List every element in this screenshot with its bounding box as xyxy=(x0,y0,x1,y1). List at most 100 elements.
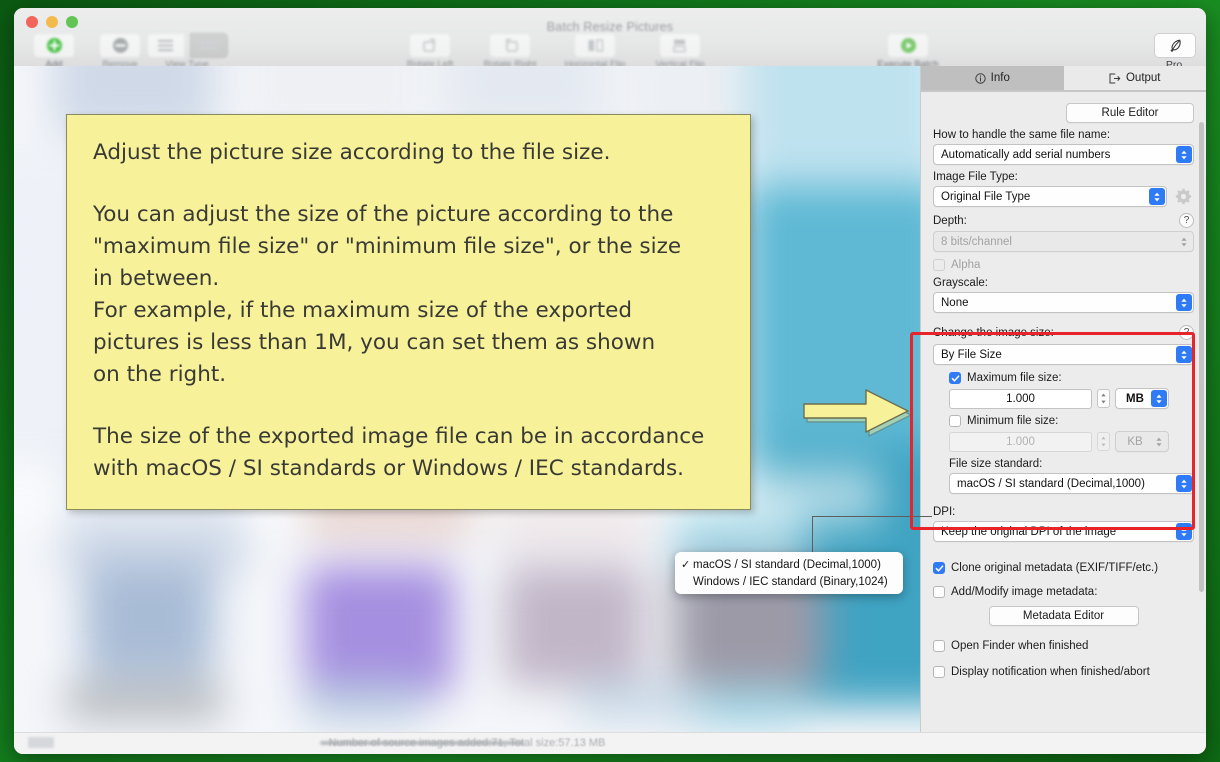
panel-tabs: Info Output xyxy=(921,66,1206,92)
display-notification-checkbox-row[interactable]: Display notification when finished/abort xyxy=(933,666,1194,678)
maximum-file-size-checkbox-row[interactable]: Maximum file size: xyxy=(949,372,1194,384)
chevron-updown-icon xyxy=(1176,233,1192,250)
metadata-editor-button[interactable]: Metadata Editor xyxy=(988,606,1139,626)
chevron-updown-icon xyxy=(1151,390,1167,407)
menu-item-windows-iec[interactable]: Windows / IEC standard (Binary,1024) xyxy=(675,573,903,590)
menu-item-label: Windows / IEC standard (Binary,1024) xyxy=(693,575,888,588)
note-line-4: in between. xyxy=(93,266,220,291)
grid-view-icon[interactable] xyxy=(189,33,228,58)
window-titlebar: Batch Resize Pictures Add Remove View Ty… xyxy=(14,8,1206,71)
list-view-icon[interactable] xyxy=(146,33,185,58)
add-metadata-label: Add/Modify image metadata: xyxy=(951,586,1098,598)
alpha-checkbox xyxy=(933,259,945,271)
metadata-editor-label: Metadata Editor xyxy=(1022,610,1105,622)
checkmark-icon: ✓ xyxy=(681,559,691,571)
open-finder-checkbox[interactable] xyxy=(933,640,945,652)
rotate-right-icon xyxy=(489,33,531,58)
dpi-value: Keep the original DPI of the image xyxy=(941,525,1117,538)
change-image-size-select[interactable]: By File Size xyxy=(933,344,1194,365)
toolbar-execute-group: Execute Batch xyxy=(869,33,947,70)
file-size-standard-menu[interactable]: ✓ macOS / SI standard (Decimal,1000) Win… xyxy=(675,552,903,594)
display-notification-label: Display notification when finished/abort xyxy=(951,666,1150,678)
change-image-size-help-icon[interactable]: ? xyxy=(1179,325,1194,340)
same-file-name-select[interactable]: Automatically add serial numbers xyxy=(933,144,1194,165)
minimum-file-size-checkbox[interactable] xyxy=(949,415,961,427)
image-file-type-label: Image File Type: xyxy=(933,171,1018,183)
panel-scrollbar[interactable] xyxy=(1199,122,1204,714)
minimum-file-size-label: Minimum file size: xyxy=(967,415,1059,427)
maximum-file-size-value: 1.000 xyxy=(1006,392,1035,405)
file-size-standard-value: macOS / SI standard (Decimal,1000) xyxy=(957,477,1145,490)
same-file-name-value: Automatically add serial numbers xyxy=(941,148,1111,161)
chevron-updown-icon xyxy=(1176,523,1192,540)
status-text: Number of source images added:71, Total … xyxy=(328,737,606,749)
alpha-checkbox-row: Alpha xyxy=(933,259,1194,271)
clone-metadata-checkbox[interactable] xyxy=(933,562,945,574)
toolbar-left-group: Add Remove xyxy=(28,33,146,70)
toolbar-remove-button[interactable]: Remove xyxy=(94,33,146,70)
rule-editor-label: Rule Editor xyxy=(1101,107,1159,119)
display-notification-checkbox[interactable] xyxy=(933,666,945,678)
plus-circle-icon xyxy=(33,33,75,58)
rotate-left-icon xyxy=(409,33,451,58)
depth-label: Depth: xyxy=(933,214,967,227)
toolbar-horizontal-flip-button[interactable]: Horizontal Flip xyxy=(559,33,631,70)
same-file-name-label: How to handle the same file name: xyxy=(933,129,1111,141)
grayscale-label: Grayscale: xyxy=(933,277,988,289)
maximum-file-size-input[interactable]: 1.000 xyxy=(949,388,1092,409)
minimum-file-size-unit: KB xyxy=(1127,435,1143,448)
yellow-right-arrow xyxy=(802,386,912,447)
depth-help-icon[interactable]: ? xyxy=(1179,213,1194,228)
toolbar-rotate-left-button[interactable]: Rotate Left xyxy=(399,33,461,70)
maximum-file-size-unit-select[interactable]: MB xyxy=(1115,388,1169,409)
image-file-type-select[interactable]: Original File Type xyxy=(933,186,1167,207)
image-file-type-value: Original File Type xyxy=(941,190,1031,203)
panel-body: Rule Editor How to handle the same file … xyxy=(921,92,1206,732)
info-circle-icon xyxy=(974,72,986,84)
minimum-file-size-checkbox-row[interactable]: Minimum file size: xyxy=(949,415,1194,427)
note-line-8: The size of the exported image file can … xyxy=(93,424,705,449)
feather-pen-icon xyxy=(1154,33,1196,58)
clone-metadata-checkbox-row[interactable]: Clone original metadata (EXIF/TIFF/etc.) xyxy=(933,562,1194,574)
gear-icon[interactable] xyxy=(1173,186,1194,207)
execute-batch-button[interactable]: Execute Batch xyxy=(869,33,947,70)
toolbar-rotate-right-button[interactable]: Rotate Right xyxy=(479,33,541,70)
file-size-standard-label: File size standard: xyxy=(949,458,1043,470)
add-metadata-checkbox-row[interactable]: Add/Modify image metadata: xyxy=(933,586,1194,598)
grayscale-select[interactable]: None xyxy=(933,292,1194,313)
maximum-file-size-unit: MB xyxy=(1126,392,1144,405)
rule-editor-button[interactable]: Rule Editor xyxy=(1066,103,1194,123)
depth-value: 8 bits/channel xyxy=(941,235,1012,248)
note-line-5: For example, if the maximum size of the … xyxy=(93,298,633,323)
dpi-select[interactable]: Keep the original DPI of the image xyxy=(933,521,1194,542)
maximum-file-size-checkbox[interactable] xyxy=(949,372,961,384)
note-line-1: Adjust the picture size according to the… xyxy=(93,140,611,165)
chevron-updown-icon xyxy=(1176,146,1192,163)
minus-circle-icon xyxy=(99,33,141,58)
toolbar-vertical-flip-button[interactable]: Vertical Flip xyxy=(649,33,711,70)
depth-select: 8 bits/channel xyxy=(933,231,1194,252)
minimum-file-size-unit-select: KB xyxy=(1115,431,1169,452)
toolbar-center-group: Rotate Left Rotate Right Horizontal Flip xyxy=(399,33,711,70)
open-finder-label: Open Finder when finished xyxy=(951,640,1089,652)
add-metadata-checkbox[interactable] xyxy=(933,586,945,598)
menu-item-macos-si[interactable]: ✓ macOS / SI standard (Decimal,1000) xyxy=(675,556,903,573)
app-window: Batch Resize Pictures Add Remove View Ty… xyxy=(14,8,1206,754)
chevron-updown-icon xyxy=(1176,475,1192,492)
play-circle-icon xyxy=(887,33,929,58)
note-line-2: You can adjust the size of the picture a… xyxy=(93,202,674,227)
tab-info[interactable]: Info xyxy=(921,66,1064,91)
chevron-updown-icon xyxy=(1176,294,1192,311)
note-line-9: with macOS / SI standards or Windows / I… xyxy=(93,456,684,481)
open-finder-checkbox-row[interactable]: Open Finder when finished xyxy=(933,640,1194,652)
change-image-size-value: By File Size xyxy=(941,348,1002,361)
tab-output[interactable]: Output xyxy=(1063,66,1206,91)
maximum-file-size-stepper[interactable] xyxy=(1097,389,1110,408)
output-settings-panel: Info Output Rule Editor How to handle th… xyxy=(921,66,1206,732)
vertical-flip-icon xyxy=(659,33,701,58)
annotation-note: Adjust the picture size according to the… xyxy=(66,114,751,510)
file-size-standard-select[interactable]: macOS / SI standard (Decimal,1000) xyxy=(949,473,1194,494)
panel-scrollbar-thumb[interactable] xyxy=(1199,122,1204,592)
toolbar-add-button[interactable]: Add xyxy=(28,33,80,70)
change-image-size-label: Change the image size: xyxy=(933,326,1054,339)
